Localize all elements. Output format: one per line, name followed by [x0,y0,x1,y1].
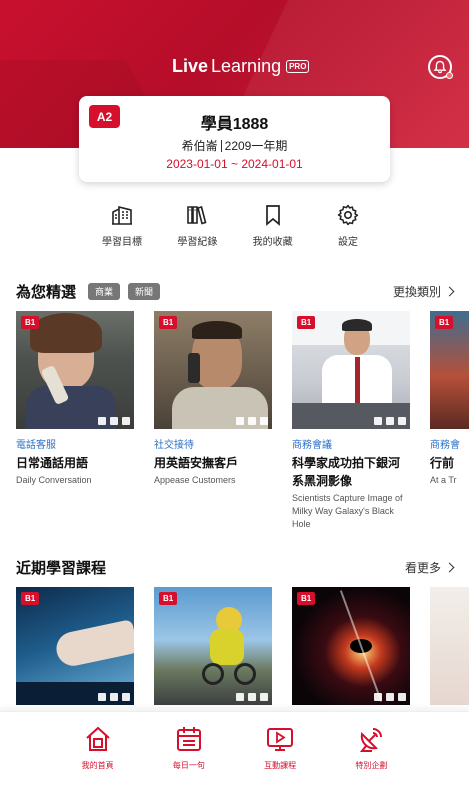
lesson-title: 科學家成功拍下銀河系黑洞影像 [292,456,401,488]
lesson-category: 商務會議 [292,440,332,451]
books-icon [187,206,207,225]
lesson-subtitle: Appease Customers [154,475,236,485]
recent-title: 近期學習課程 [16,560,107,577]
nav-interactive-course[interactable]: 互動課程 [248,712,312,800]
media-icons [374,417,406,425]
chevron-right-icon [444,562,455,573]
tag-news[interactable]: 新聞 [128,283,161,300]
lesson-card[interactable]: B1 社交接待 用英語安撫客戶 Appease Customers [154,311,272,531]
bottom-nav: 我的首頁 每日一句 互動課程 特別企劃 [0,711,469,800]
lesson-card[interactable]: B1 [154,587,272,705]
student-period: 2023-01-01 ~ 2024-01-01 [166,157,303,171]
home-icon [85,726,110,751]
lesson-thumbnail: B1 [16,311,134,429]
featured-title: 為您精選 [16,284,77,301]
satellite-icon [360,728,383,752]
lesson-subtitle: At a Tr [430,475,457,485]
quick-learning-record[interactable]: 學習紀錄 [165,203,229,248]
recent-list: B1 B1 B1 [16,587,469,705]
level-badge: B1 [159,592,178,605]
quick-my-favorites[interactable]: 我的收藏 [241,203,305,248]
lesson-title: 用英語安撫客戶 [154,456,239,470]
lesson-subtitle: Daily Conversation [16,475,92,485]
student-term: 希伯崙 2209一年期 [181,139,288,153]
recent-header: 近期學習課程 看更多 [16,557,455,578]
nav-home[interactable]: 我的首頁 [66,712,130,800]
student-card[interactable]: A2 學員1888 希伯崙 2209一年期 2023-01-01 ~ 2024-0… [79,96,390,182]
lesson-thumbnail: B1 [154,587,272,705]
quick-menu: 學習目標 學習紀錄 我的收藏 設定 [90,203,380,248]
lesson-thumbnail: B1 [16,587,134,705]
level-badge: B1 [21,592,40,605]
building-icon [112,205,132,225]
tv-icon [267,728,294,751]
quick-learning-goal[interactable]: 學習目標 [90,203,154,248]
media-icons [98,693,130,701]
lesson-card[interactable]: B1 商務會 行前 At a Tr [430,311,469,531]
lesson-title: 行前 [430,456,455,470]
lesson-thumbnail: B1 [430,311,469,429]
app-logo: Live Learning PRO [172,56,310,77]
student-name: 學員1888 [200,116,269,133]
level-badge: B1 [159,316,178,329]
lesson-card[interactable]: B1 [292,587,410,705]
lesson-thumbnail: B1 [292,587,410,705]
lesson-card[interactable]: B1 [16,587,134,705]
lesson-card[interactable] [430,587,469,705]
bell-icon[interactable] [428,55,453,79]
level-badge: B1 [297,592,316,605]
nav-daily-sentence[interactable]: 每日一句 [157,712,221,800]
lesson-thumbnail: B1 [154,311,272,429]
change-category-link[interactable]: 更換類別 [393,283,455,300]
media-icons [374,693,406,701]
gear-icon [337,204,359,226]
home-screen: Live Learning PRO A2 學員1888 希伯崙 2209一年期 20… [0,0,469,800]
lesson-category: 電話客服 [16,440,56,451]
featured-header: 為您精選 商業 新聞 更換類別 [16,281,455,302]
lesson-subtitle: Scientists Capture Image of Milky Way Ga… [292,493,403,529]
level-badge: B1 [21,316,40,329]
nav-special-project[interactable]: 特別企劃 [339,712,403,800]
level-badge: B1 [297,316,316,329]
media-icons [236,693,268,701]
lesson-thumbnail: B1 [292,311,410,429]
featured-list: B1 電話客服 日常通話用語 Daily Conversation B1 社交接… [16,311,469,531]
lesson-thumbnail [430,587,469,705]
lesson-category: 社交接待 [154,440,194,451]
lesson-card[interactable]: B1 電話客服 日常通話用語 Daily Conversation [16,311,134,531]
calendar-icon [176,727,201,751]
quick-settings[interactable]: 設定 [316,203,380,248]
media-icons [98,417,130,425]
lesson-card[interactable]: B1 商務會議 科學家成功拍下銀河系黑洞影像 Scientists Captur… [292,311,410,531]
lesson-title: 日常通話用語 [16,456,89,470]
see-more-link[interactable]: 看更多 [405,559,455,576]
bookmark-icon [265,205,280,226]
media-icons [236,417,268,425]
chevron-right-icon [444,286,455,297]
level-badge: B1 [435,316,454,329]
lesson-category: 商務會 [430,440,460,451]
tag-business[interactable]: 商業 [88,283,121,300]
notification-dot [446,72,453,79]
